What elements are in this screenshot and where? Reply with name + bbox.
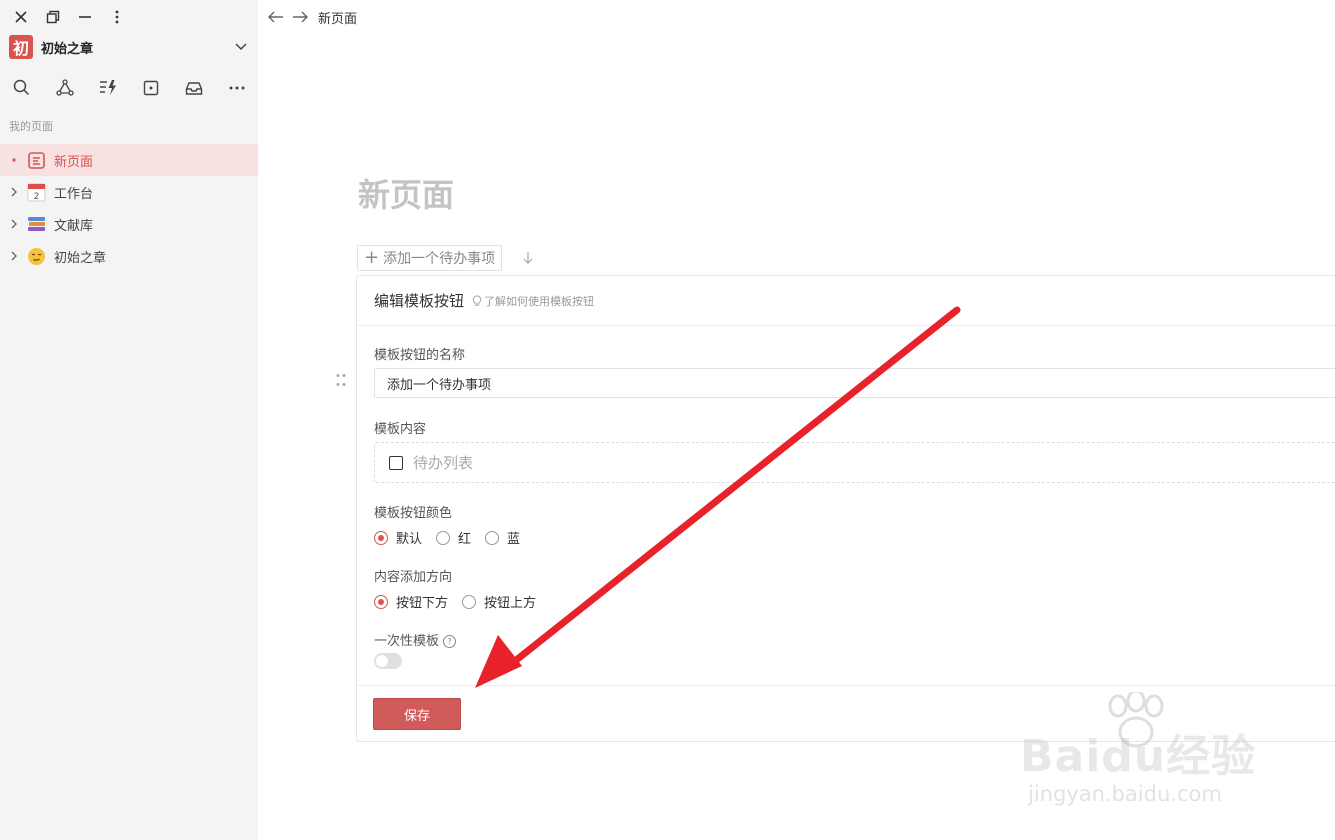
chevron-right-icon[interactable] bbox=[8, 218, 20, 230]
template-editor-panel: 编辑模板按钮 了解如何使用模板按钮 模板按钮的名称 模板内容 待办列表 模板按钮… bbox=[356, 275, 1335, 742]
direction-radio-group: 按钮下方 按钮上方 bbox=[374, 592, 550, 611]
more-horizontal-icon[interactable] bbox=[227, 78, 246, 97]
flash-list-icon[interactable] bbox=[98, 78, 117, 97]
drag-handle-icon[interactable] bbox=[336, 372, 348, 386]
help-link-text: 了解如何使用模板按钮 bbox=[484, 294, 595, 308]
chevron-right-icon[interactable] bbox=[8, 186, 20, 198]
template-button[interactable]: + 添加一个待办事项 bbox=[357, 245, 503, 271]
section-label: 我的页面 bbox=[9, 120, 53, 133]
template-content-editor[interactable]: 待办列表 bbox=[374, 442, 1335, 483]
sidebar-item-label: 新页面 bbox=[54, 154, 94, 170]
radio-unselected bbox=[436, 530, 451, 545]
topbar: 新页面 bbox=[268, 8, 357, 27]
panel-title: 编辑模板按钮 bbox=[374, 292, 465, 310]
radio-label: 按钮下方 bbox=[396, 596, 449, 611]
question-icon[interactable]: ? bbox=[443, 635, 457, 648]
search-icon[interactable] bbox=[12, 78, 31, 97]
page-tree: 新页面 2 工作台 文献库 初始之章 bbox=[0, 144, 258, 272]
window-controls bbox=[12, 8, 126, 26]
close-icon[interactable] bbox=[12, 8, 30, 26]
graph-icon[interactable] bbox=[55, 78, 74, 97]
direction-option-above[interactable]: 按钮上方 bbox=[462, 592, 536, 611]
books-icon bbox=[26, 214, 46, 234]
color-option-default[interactable]: 默认 bbox=[374, 528, 422, 547]
minimize-icon[interactable] bbox=[76, 8, 94, 26]
chevron-down-icon[interactable] bbox=[233, 39, 249, 55]
once-label-row: 一次性模板? bbox=[374, 630, 457, 649]
sidebar-item-label: 工作台 bbox=[54, 186, 94, 202]
back-arrow-icon[interactable] bbox=[268, 9, 284, 25]
workspace-logo: 初 bbox=[9, 35, 33, 59]
svg-text:2: 2 bbox=[33, 192, 39, 202]
color-option-blue[interactable]: 蓝 bbox=[485, 528, 520, 547]
more-vertical-icon[interactable] bbox=[108, 8, 126, 26]
page-icon bbox=[26, 150, 46, 170]
workspace-switcher[interactable]: 初 初始之章 bbox=[9, 35, 249, 59]
watermark-url: jingyan.baidu.com bbox=[1028, 782, 1222, 806]
direction-label: 内容添加方向 bbox=[374, 570, 453, 585]
calendar-icon: 2 bbox=[26, 182, 46, 202]
radio-unselected bbox=[462, 594, 477, 609]
todo-checkbox[interactable] bbox=[389, 455, 403, 470]
once-toggle[interactable] bbox=[374, 653, 402, 669]
once-label: 一次性模板 bbox=[374, 634, 440, 649]
sidebar-item-workbench[interactable]: 2 工作台 bbox=[0, 176, 258, 208]
radio-selected bbox=[374, 594, 388, 609]
sidebar-toolbar bbox=[12, 78, 246, 97]
breadcrumb[interactable]: 新页面 bbox=[318, 8, 357, 27]
divider bbox=[357, 685, 1335, 686]
button-name-input[interactable] bbox=[374, 368, 1335, 398]
dice-icon[interactable] bbox=[141, 78, 160, 97]
smile-emoji-icon bbox=[26, 246, 46, 266]
radio-label: 默认 bbox=[396, 532, 423, 547]
page-title[interactable]: 新页面 bbox=[358, 170, 454, 216]
arrow-down-icon bbox=[522, 250, 534, 264]
bullet-icon bbox=[8, 154, 20, 166]
inbox-icon[interactable] bbox=[184, 78, 203, 97]
sidebar-item-label: 初始之章 bbox=[54, 250, 107, 266]
radio-label: 蓝 bbox=[507, 532, 521, 547]
radio-label: 红 bbox=[458, 532, 472, 547]
color-option-red[interactable]: 红 bbox=[436, 528, 471, 547]
lightbulb-icon bbox=[472, 295, 482, 306]
chevron-right-icon[interactable] bbox=[8, 250, 20, 262]
panel-header: 编辑模板按钮 了解如何使用模板按钮 bbox=[357, 276, 1335, 326]
save-button[interactable]: 保存 bbox=[373, 698, 461, 730]
plus-icon: + bbox=[364, 247, 380, 268]
sidebar-item-library[interactable]: 文献库 bbox=[0, 208, 258, 240]
radio-unselected bbox=[485, 530, 500, 545]
radio-selected bbox=[374, 530, 388, 545]
sidebar-item-start[interactable]: 初始之章 bbox=[0, 240, 258, 272]
workspace-name: 初始之章 bbox=[41, 41, 94, 57]
forward-arrow-icon[interactable] bbox=[292, 9, 308, 25]
restore-icon[interactable] bbox=[44, 8, 62, 26]
direction-option-below[interactable]: 按钮下方 bbox=[374, 592, 448, 611]
help-link[interactable]: 了解如何使用模板按钮 bbox=[472, 293, 594, 309]
sidebar-item-new-page[interactable]: 新页面 bbox=[0, 144, 258, 176]
color-radio-group: 默认 红 蓝 bbox=[374, 528, 534, 547]
content-label: 模板内容 bbox=[374, 422, 427, 437]
color-label: 模板按钮颜色 bbox=[374, 506, 453, 521]
sidebar: 初 初始之章 我的页面 新页面 2 工作台 文献库 初始之章 bbox=[0, 0, 258, 840]
name-label: 模板按钮的名称 bbox=[374, 348, 466, 363]
radio-label: 按钮上方 bbox=[484, 596, 537, 611]
sidebar-item-label: 文献库 bbox=[54, 218, 94, 234]
todo-placeholder[interactable]: 待办列表 bbox=[413, 452, 473, 473]
template-button-label: 添加一个待办事项 bbox=[383, 251, 496, 267]
